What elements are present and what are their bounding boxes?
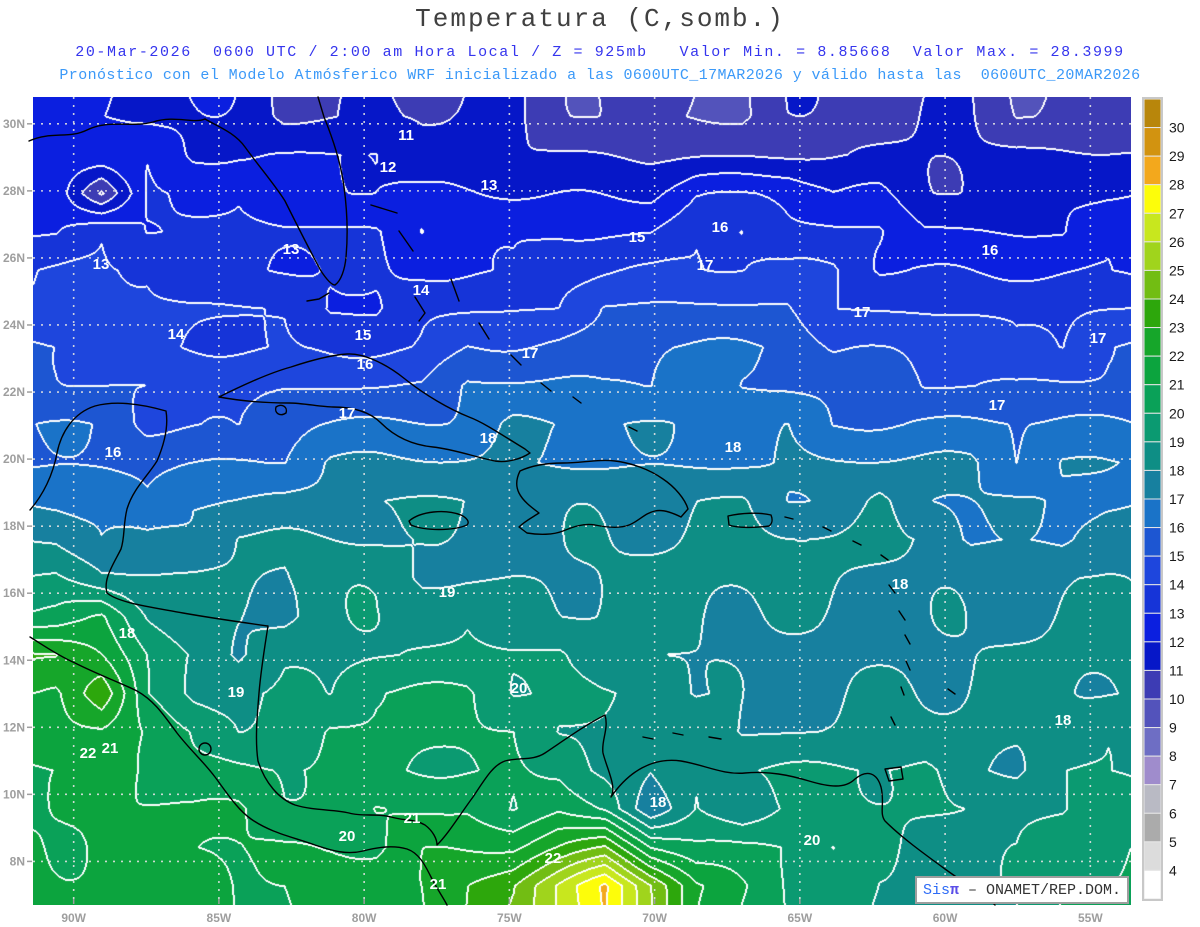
colorbar-tick-label: 20	[1169, 405, 1185, 421]
colorbar-tick-label: 4	[1169, 862, 1177, 878]
colorbar-band	[1143, 669, 1162, 700]
colorbar-tick-label: 7	[1169, 777, 1177, 793]
colorbar-band	[1143, 98, 1162, 129]
colorbar-band	[1143, 812, 1162, 843]
colorbar-band	[1143, 355, 1162, 386]
colorbar-tick-label: 14	[1169, 577, 1185, 593]
colorbar: 30 29 28 27 26 25 24 23 22 21 20 19 18 17 16 15 14 13 12 11…	[1142, 97, 1185, 901]
colorbar-band	[1143, 527, 1162, 557]
colorbar-band	[1143, 412, 1162, 443]
colorbar-band	[1143, 869, 1162, 900]
lon-axis-label: 85W	[207, 911, 232, 925]
colorbar-band	[1143, 784, 1162, 814]
colorbar-band	[1143, 184, 1162, 214]
colorbar-band	[1143, 841, 1162, 871]
colorbar-band	[1143, 212, 1162, 243]
colorbar-tick-label: 23	[1169, 320, 1185, 336]
lat-axis-label: 18N	[3, 519, 25, 533]
lat-axis-label: 16N	[3, 586, 25, 600]
colorbar-tick-label: 15	[1169, 548, 1185, 564]
lon-axis-label: 80W	[352, 911, 377, 925]
lat-axis-label: 10N	[3, 787, 25, 801]
colorbar-tick-label: 9	[1169, 720, 1177, 736]
lon-axis-label: 65W	[788, 911, 813, 925]
lat-axis-label: 22N	[3, 385, 25, 399]
lon-axis-label: 55W	[1078, 911, 1103, 925]
temperature-field-canvas	[33, 97, 1131, 905]
colorbar-band	[1143, 641, 1162, 671]
colorbar-band	[1143, 269, 1162, 300]
lon-axis-label: 60W	[933, 911, 958, 925]
weather-chart-page: Temperatura (C,somb.) 20-Mar-2026 0600 U…	[0, 0, 1200, 927]
subtitle-line-2: Pronóstico con el Modelo Atmósferico WRF…	[59, 67, 1141, 84]
colorbar-tick-label: 16	[1169, 520, 1185, 536]
colorbar-band	[1143, 155, 1162, 186]
colorbar-tick-label: 11	[1169, 662, 1184, 678]
lat-axis-label: 28N	[3, 184, 25, 198]
lat-axis-label: 12N	[3, 720, 25, 734]
colorbar-tick-label: 26	[1169, 234, 1185, 250]
colorbar-band	[1143, 241, 1162, 271]
colorbar-band	[1143, 298, 1162, 329]
colorbar-band	[1143, 727, 1162, 757]
colorbar-band	[1143, 127, 1162, 157]
colorbar-band	[1143, 441, 1162, 471]
colorbar-border	[1142, 97, 1163, 901]
colorbar-tick-label: 18	[1169, 462, 1185, 478]
colorbar-band	[1143, 498, 1162, 529]
colorbar-band	[1143, 469, 1162, 500]
lat-axis-label: 24N	[3, 318, 25, 332]
colorbar-tick-label: 29	[1169, 148, 1185, 164]
colorbar-tick-label: 25	[1169, 262, 1185, 278]
colorbar-tick-label: 22	[1169, 348, 1185, 364]
colorbar-band	[1143, 327, 1162, 357]
colorbar-band	[1143, 698, 1162, 729]
colorbar-tick-label: 13	[1169, 605, 1185, 621]
watermark-brand: Sis	[922, 881, 950, 899]
lat-axis-label: 8N	[10, 854, 25, 868]
lat-axis-label: 30N	[3, 117, 25, 131]
watermark-box: Sis π – ONAMET/REP.DOM.	[915, 876, 1129, 904]
colorbar-tick-label: 24	[1169, 291, 1185, 307]
colorbar-tick-label: 10	[1169, 691, 1185, 707]
colorbar-tick-label: 12	[1169, 634, 1185, 650]
subtitle-line-1: 20-Mar-2026 0600 UTC / 2:00 am Hora Loca…	[75, 44, 1125, 61]
colorbar-tick-label: 6	[1169, 805, 1177, 821]
lat-axis-label: 26N	[3, 251, 25, 265]
colorbar-tick-label: 27	[1169, 205, 1185, 221]
colorbar-tick-label: 21	[1169, 377, 1185, 393]
lat-axis-label: 14N	[3, 653, 25, 667]
colorbar-tick-label: 17	[1169, 491, 1185, 507]
colorbar-band	[1143, 384, 1162, 414]
colorbar-tick-label: 19	[1169, 434, 1185, 450]
watermark-org: ONAMET/REP.DOM.	[986, 881, 1122, 899]
colorbar-band	[1143, 612, 1162, 643]
lat-axis-label: 20N	[3, 452, 25, 466]
colorbar-tick-label: 30	[1169, 120, 1185, 136]
colorbar-tick-label: 5	[1169, 834, 1177, 850]
colorbar-band	[1143, 555, 1162, 586]
lon-axis-label: 90W	[61, 911, 86, 925]
watermark-pi-symbol: π	[949, 881, 959, 899]
watermark-separator: –	[958, 881, 986, 899]
colorbar-band	[1143, 584, 1162, 614]
colorbar-tick-label: 28	[1169, 177, 1185, 193]
colorbar-tick-label: 8	[1169, 748, 1177, 764]
page-title: Temperatura (C,somb.)	[415, 4, 785, 34]
lon-axis-label: 70W	[642, 911, 667, 925]
lon-axis-label: 75W	[497, 911, 522, 925]
colorbar-band	[1143, 755, 1162, 786]
